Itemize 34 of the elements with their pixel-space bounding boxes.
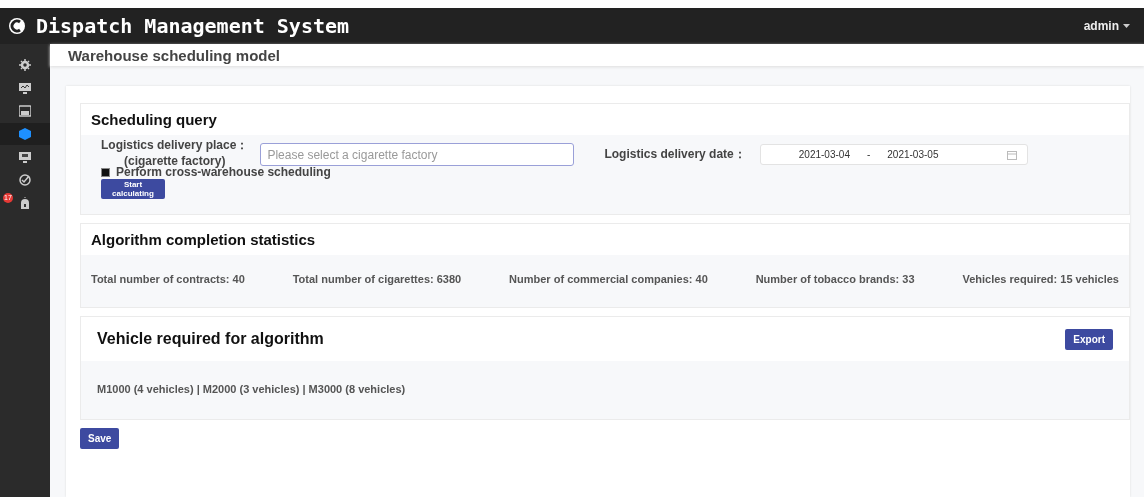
start-calculating-button[interactable]: Start calculating: [101, 179, 165, 199]
calendar-icon: [1006, 149, 1017, 160]
section-title: Vehicle required for algorithm: [97, 330, 324, 348]
statistic-text: Total number of contracts: 40: [91, 273, 245, 285]
vehicle-summary: M1000 (4 vehicles) | M2000 (3 vehicles) | M3000 (8 vehicles): [97, 383, 406, 395]
section-title: Algorithm completion statistics: [91, 231, 316, 248]
cube-icon: [19, 128, 31, 140]
date-separator: -: [866, 149, 871, 160]
monitor-icon: [19, 151, 31, 163]
statistic-text: Number of tobacco brands: 33: [755, 273, 915, 285]
logo-icon: [8, 17, 26, 35]
statistic-text: Vehicles required: 15 vehicles: [962, 273, 1119, 285]
user-menu[interactable]: admin: [1083, 19, 1130, 33]
field-label: (cigarette factory): [124, 154, 226, 168]
sidebar-item[interactable]: [0, 123, 50, 145]
caret-icon: [1123, 24, 1130, 28]
field-label: Logistics delivery place：: [101, 137, 249, 154]
save-button[interactable]: Save: [80, 428, 120, 449]
window-icon: [19, 105, 31, 117]
export-button[interactable]: Export: [1065, 328, 1113, 350]
field-label: Logistics delivery date：: [604, 146, 746, 163]
factory-select-field[interactable]: Please select a cigarette factory: [260, 143, 575, 166]
date-text: 2021-03-05: [887, 149, 939, 160]
gear-icon: [19, 59, 31, 71]
statistic-text: Total number of cigarettes: 6380: [292, 273, 462, 285]
checkbox[interactable]: [101, 167, 110, 177]
date-range-field[interactable]: 2021-03-04 - 2021-03-05: [759, 144, 1028, 165]
app-title: Dispatch Management System: [36, 14, 351, 38]
page-title: Warehouse scheduling model: [68, 46, 280, 64]
date-text: 2021-03-04: [798, 149, 850, 160]
check-circle-icon: [19, 174, 31, 186]
section-title: Scheduling query: [91, 111, 217, 128]
monitor-icon: [19, 82, 31, 94]
statistic-text: Number of commercial companies: 40: [509, 273, 708, 285]
